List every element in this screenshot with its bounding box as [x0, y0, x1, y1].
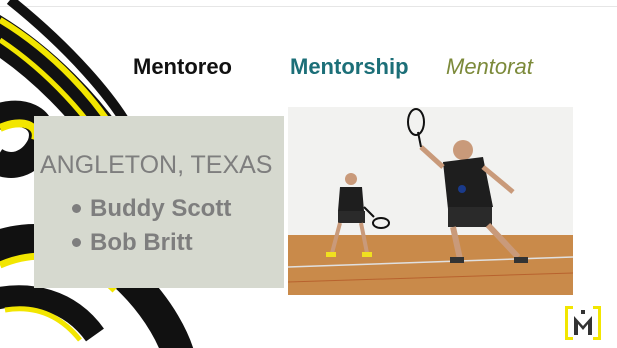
- mentor-list: Buddy Scott Bob Britt: [56, 192, 231, 260]
- mentor-name: Buddy Scott: [90, 195, 232, 222]
- bullet-icon: [72, 238, 81, 247]
- brand-logo-icon: [565, 306, 601, 340]
- slide: Mentoreo Mentorship Mentorat ANGLETON, T…: [0, 0, 617, 348]
- list-item: Buddy Scott: [56, 192, 231, 226]
- title-english: Mentorship: [290, 54, 409, 79]
- title-french: Mentorat: [446, 54, 533, 79]
- title-spanish: Mentoreo: [133, 54, 232, 79]
- location-heading: ANGLETON, TEXAS: [40, 151, 273, 179]
- mentor-name: Bob Britt: [90, 229, 193, 256]
- bullet-icon: [72, 204, 81, 213]
- racquetball-players-photo: [288, 107, 573, 295]
- list-item: Bob Britt: [56, 226, 231, 260]
